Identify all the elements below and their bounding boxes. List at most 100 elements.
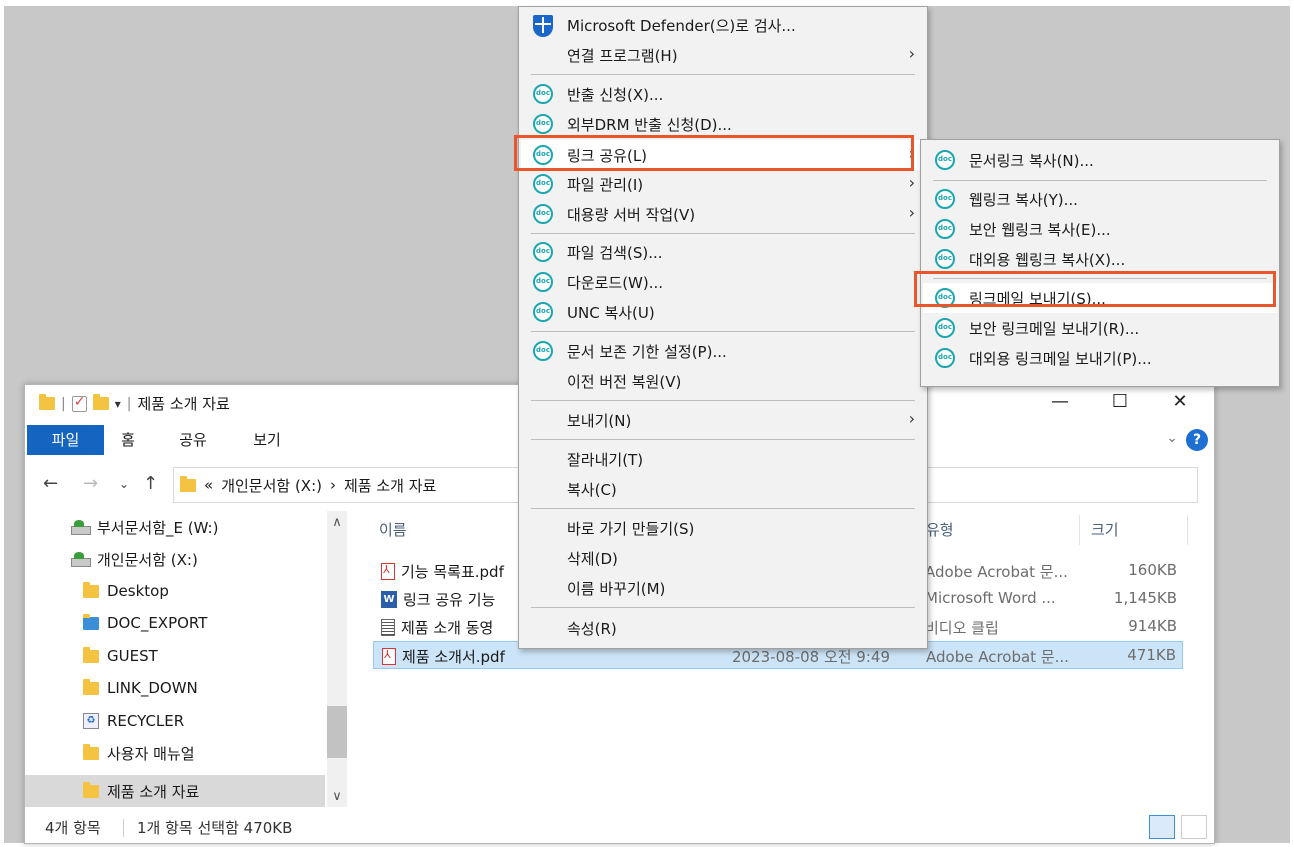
menu-item-open-with[interactable]: 연결 프로그램(H) › <box>521 40 925 70</box>
details-view-icon[interactable] <box>1149 815 1175 839</box>
nav-item-guest[interactable]: GUEST <box>83 640 158 672</box>
nav-scrollbar-thumb[interactable] <box>327 706 347 758</box>
nav-item-recycler[interactable]: ♻ RECYCLER <box>83 705 184 737</box>
file-name: 제품 소개 동영 <box>401 619 494 637</box>
breadcrumb-overflow[interactable]: « <box>204 476 213 494</box>
nav-item-label: 제품 소개 자료 <box>107 782 200 801</box>
menu-item-file-manage[interactable]: 파일 관리(I) › <box>521 169 925 199</box>
menu-item-copy[interactable]: 복사(C) <box>521 474 925 504</box>
doc-icon <box>935 249 955 269</box>
file-name: 기능 목록표.pdf <box>401 563 504 581</box>
doc-icon <box>533 272 553 292</box>
folder-icon[interactable] <box>39 394 55 410</box>
network-drive-icon <box>71 552 91 567</box>
menu-item-rename[interactable]: 이름 바꾸기(M) <box>521 573 925 603</box>
menu-item-unc-copy[interactable]: UNC 복사(U) <box>521 297 925 327</box>
status-bar: 4개 항목 1개 항목 선택함 470KB <box>25 811 1214 843</box>
tab-view[interactable]: 보기 <box>249 425 285 455</box>
nav-item-desktop[interactable]: Desktop <box>83 575 169 607</box>
submenu-item-external-link-mail[interactable]: 대외용 링크메일 보내기(P)... <box>923 343 1277 373</box>
divider: | <box>126 395 132 412</box>
menu-item-large-server[interactable]: 대용량 서버 작업(V) › <box>521 199 925 229</box>
file-type: Microsoft Word ... <box>925 589 1056 607</box>
file-date: 2023-08-08 오전 9:49 <box>732 648 890 666</box>
nav-item-label: DOC_EXPORT <box>107 614 208 632</box>
column-header-type[interactable]: 유형 <box>926 519 954 540</box>
menu-item-defender-scan[interactable]: Microsoft Defender(으)로 검사... <box>521 10 925 40</box>
expand-ribbon-icon[interactable]: ⌄ <box>1166 430 1178 446</box>
properties-icon[interactable] <box>71 394 87 412</box>
menu-item-label: 보안 링크메일 보내기(R)... <box>969 320 1140 338</box>
recent-locations-icon[interactable]: ⌄ <box>119 477 129 491</box>
menu-item-download[interactable]: 다운로드(W)... <box>521 267 925 297</box>
submenu-item-doc-link-copy[interactable]: 문서링크 복사(N)... <box>923 145 1277 175</box>
highlight-box-link-share <box>514 135 914 171</box>
menu-item-properties[interactable]: 속성(R) <box>521 613 925 643</box>
customize-toolbar-icon[interactable]: ▾ <box>115 397 121 411</box>
maximize-button[interactable]: ☐ <box>1097 391 1143 412</box>
minimize-button[interactable]: — <box>1037 391 1083 412</box>
context-menu: Microsoft Defender(으)로 검사... 연결 프로그램(H) … <box>518 6 928 649</box>
recycle-icon: ♻ <box>83 713 99 729</box>
doc-icon <box>935 348 955 368</box>
file-size: 471KB <box>1127 646 1176 664</box>
tab-share[interactable]: 공유 <box>175 425 211 455</box>
menu-item-label: 대외용 링크메일 보내기(P)... <box>969 350 1152 368</box>
tab-file[interactable]: 파일 <box>27 425 104 455</box>
nav-item-dept-drive[interactable]: 부서문서함_E (W:) <box>71 511 218 543</box>
menu-item-cut[interactable]: 잘라내기(T) <box>521 444 925 474</box>
menu-item-export-request[interactable]: 반출 신청(X)... <box>521 79 925 109</box>
close-button[interactable]: ✕ <box>1157 391 1203 412</box>
up-arrow-icon[interactable]: ↑ <box>143 473 158 494</box>
column-divider[interactable] <box>1079 515 1080 545</box>
nav-item-label: Desktop <box>107 582 169 600</box>
doc-icon <box>533 174 553 194</box>
nav-item-link-down[interactable]: LINK_DOWN <box>83 672 198 704</box>
menu-item-retention[interactable]: 문서 보존 기한 설정(P)... <box>521 336 925 366</box>
desktop-background: | ▾ | 제품 소개 자료 — ☐ ✕ 파일 홈 공유 보기 ⌄ ? ← → … <box>4 6 1290 844</box>
nav-item-personal-drive[interactable]: 개인문서함 (X:) <box>71 543 198 575</box>
file-name: 링크 공유 기능 <box>403 591 496 609</box>
breadcrumb-folder[interactable]: 제품 소개 자료 <box>344 475 436 496</box>
nav-scrollbar[interactable] <box>327 511 347 807</box>
tab-home[interactable]: 홈 <box>113 425 143 455</box>
doc-icon <box>935 318 955 338</box>
scroll-up-icon[interactable]: ∧ <box>327 515 347 530</box>
menu-item-label: 삭제(D) <box>567 550 618 568</box>
breadcrumb-drive[interactable]: 개인문서함 (X:) <box>221 475 322 496</box>
breadcrumb-separator[interactable]: › <box>330 476 336 494</box>
forward-arrow-icon[interactable]: → <box>83 473 98 494</box>
column-header-size[interactable]: 크기 <box>1091 519 1119 540</box>
column-header-name[interactable]: 이름 <box>379 519 407 540</box>
menu-item-label: 잘라내기(T) <box>567 451 644 469</box>
menu-item-file-search[interactable]: 파일 검색(S)... <box>521 237 925 267</box>
folder-icon <box>83 581 99 598</box>
back-arrow-icon[interactable]: ← <box>43 473 58 494</box>
selection-info: 1개 항목 선택함 470KB <box>137 819 293 837</box>
submenu-item-web-link-copy[interactable]: 웹링크 복사(Y)... <box>923 184 1277 214</box>
submenu-item-external-web-link[interactable]: 대외용 웹링크 복사(X)... <box>923 244 1277 274</box>
menu-item-label: 파일 관리(I) <box>567 176 644 194</box>
column-divider[interactable] <box>1187 515 1188 545</box>
new-folder-icon[interactable] <box>92 394 109 410</box>
nav-item-doc-export[interactable]: DOC_EXPORT <box>83 607 207 639</box>
file-type: 비디오 클립 <box>925 619 999 637</box>
chevron-right-icon: › <box>908 44 915 63</box>
file-size: 914KB <box>1128 617 1177 635</box>
menu-item-delete[interactable]: 삭제(D) <box>521 543 925 573</box>
submenu-item-secure-web-link[interactable]: 보안 웹링크 복사(E)... <box>923 214 1277 244</box>
nav-item-product-intro[interactable]: 제품 소개 자료 <box>83 775 199 807</box>
nav-item-user-manual[interactable]: 사용자 매뉴얼 <box>83 737 195 769</box>
menu-item-restore-version[interactable]: 이전 버전 복원(V) <box>521 366 925 396</box>
submenu-item-secure-link-mail[interactable]: 보안 링크메일 보내기(R)... <box>923 313 1277 343</box>
nav-item-label: 개인문서함 (X:) <box>97 550 198 569</box>
menu-item-create-shortcut[interactable]: 바로 가기 만들기(S) <box>521 513 925 543</box>
chevron-right-icon: › <box>908 173 915 192</box>
help-icon[interactable]: ? <box>1186 429 1208 451</box>
menu-separator <box>531 74 915 75</box>
menu-item-send-to[interactable]: 보내기(N) › <box>521 405 925 435</box>
menu-separator <box>531 331 915 332</box>
large-icons-view-icon[interactable] <box>1181 815 1207 839</box>
scroll-down-icon[interactable]: ∨ <box>327 789 347 804</box>
shared-folder-icon <box>83 613 99 630</box>
